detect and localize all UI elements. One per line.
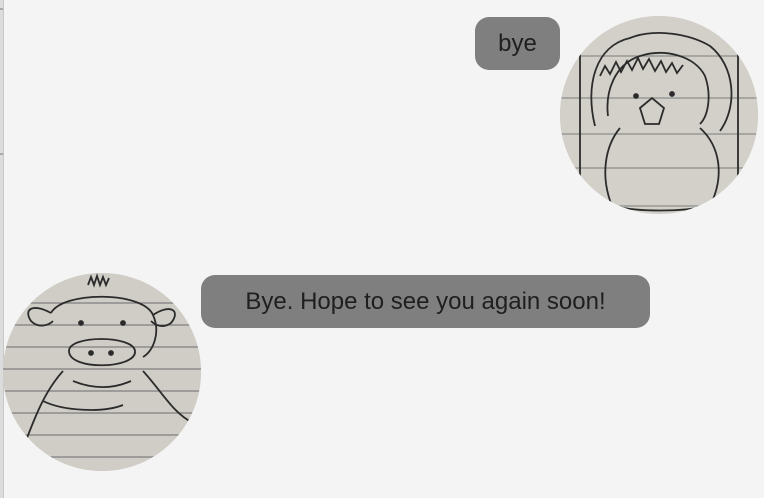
bot-message-bubble: Bye. Hope to see you again soon! [201, 275, 650, 328]
user-avatar-penguin-icon [560, 16, 758, 214]
window-left-edge [0, 0, 4, 498]
bot-avatar-cow-icon [3, 273, 201, 471]
user-message-bubble: bye [475, 17, 560, 70]
